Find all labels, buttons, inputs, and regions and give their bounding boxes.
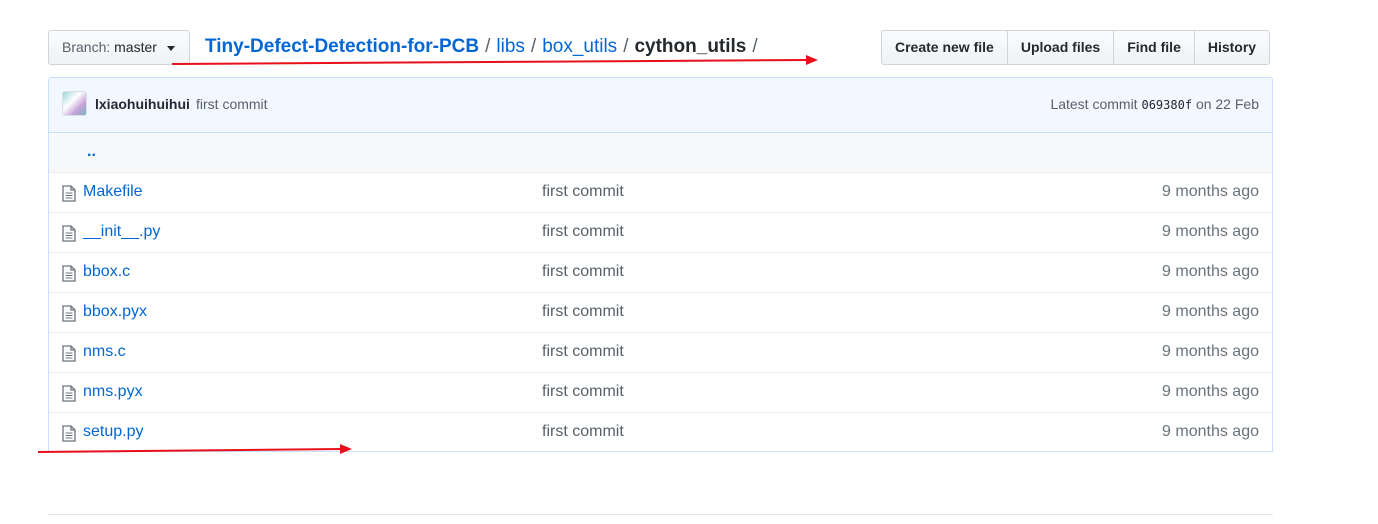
annotation-arrow-bottom: [37, 444, 352, 454]
annotation-arrow-top: [171, 55, 818, 65]
annotation-overlay: [37, 55, 818, 454]
